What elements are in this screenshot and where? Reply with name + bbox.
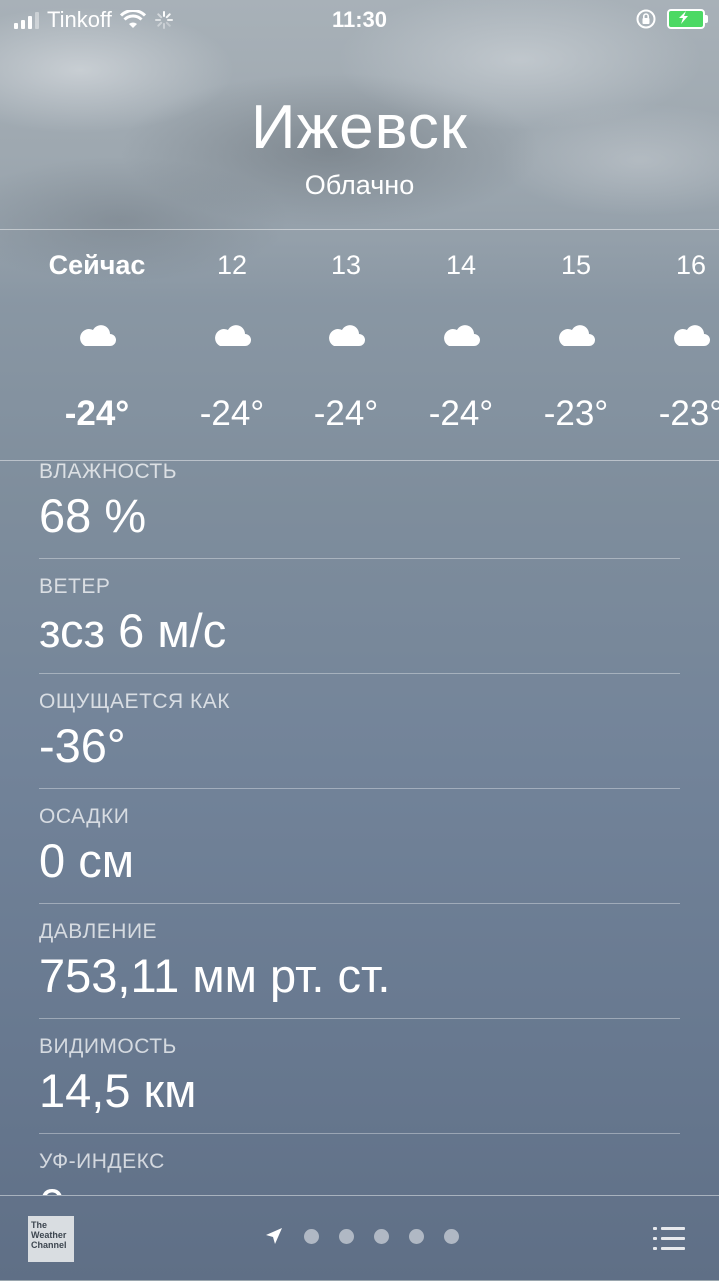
detail-label: ДАВЛЕНИЕ [39, 920, 158, 943]
detail-label: УФ-ИНДЕКС [39, 1150, 165, 1173]
detail-value: 14,5 км [39, 1064, 197, 1117]
cloud-icon [444, 325, 480, 346]
detail-precipitation: ОСАДКИ 0 см [39, 805, 680, 920]
detail-value: 0 см [39, 834, 135, 887]
detail-label: ОЩУЩАЕТСЯ КАК [39, 690, 231, 713]
hourly-forecast[interactable]: Сейчас -24° 12 -24° 13 -24° 14 -24° 15 -… [0, 230, 719, 460]
detail-value: -36° [39, 719, 126, 772]
city-name: Ижевск [251, 93, 468, 162]
hour-label: 14 [445, 250, 477, 280]
detail-wind: ВЕТЕР зсз 6 м/с [39, 575, 680, 690]
divider [39, 1018, 680, 1019]
divider [39, 788, 680, 789]
status-time: 11:30 [331, 7, 388, 32]
hour-label: 15 [560, 250, 592, 280]
status-bar: Tinkoff 11:30 [0, 0, 719, 40]
detail-value: 753,11 мм рт. ст. [39, 949, 391, 1002]
detail-value: 68 % [39, 489, 147, 542]
rotation-lock-icon [636, 9, 656, 29]
page-dot [339, 1228, 354, 1244]
page-dot [374, 1228, 389, 1244]
cloud-icon [329, 325, 365, 346]
divider [39, 903, 680, 904]
list-icon[interactable] [653, 1226, 685, 1252]
detail-value: зсз 6 м/с [39, 604, 227, 657]
divider [39, 1133, 680, 1134]
detail-visibility: ВИДИМОСТЬ 14,5 км [39, 1035, 680, 1150]
hour-label: 16 [675, 250, 707, 280]
detail-label: ВИДИМОСТЬ [39, 1035, 177, 1058]
location-arrow-icon [266, 1228, 282, 1244]
hour-label: 12 [216, 250, 248, 280]
page-dot [409, 1228, 424, 1244]
hour-temperature: -24° [199, 394, 265, 433]
cloud-icon [215, 325, 251, 346]
detail-feels-like: ОЩУЩАЕТСЯ КАК -36° [39, 690, 680, 805]
battery-charging-icon [667, 9, 708, 29]
current-condition: Облачно [304, 170, 415, 200]
page-dot [304, 1228, 319, 1244]
hour-temperature: -24° [313, 394, 379, 433]
cloud-icon [80, 325, 116, 346]
detail-value: 0 [39, 1178, 65, 1195]
hour-temperature: -23° [543, 394, 609, 433]
divider [39, 558, 680, 559]
hour-temperature: -24° [64, 394, 130, 433]
detail-label: ОСАДКИ [39, 805, 130, 828]
hour-label: 13 [330, 250, 362, 280]
hour-temperature: -24° [428, 394, 494, 433]
detail-uv-index: УФ-ИНДЕКС 0 [39, 1150, 680, 1195]
hour-temperature: -23° [658, 394, 719, 433]
detail-pressure: ДАВЛЕНИЕ 753,11 мм рт. ст. [39, 920, 680, 1035]
page-indicator[interactable] [264, 1226, 459, 1246]
detail-label: ВЕТЕР [39, 575, 111, 598]
weather-channel-logo[interactable]: The Weather Channel [28, 1216, 74, 1262]
hour-label: Сейчас [48, 250, 146, 280]
cloud-icon [674, 325, 710, 346]
detail-label: ВЛАЖНОСТЬ [39, 460, 178, 483]
weather-details[interactable]: ВЛАЖНОСТЬ 68 % ВЕТЕР зсз 6 м/с ОЩУЩАЕТСЯ… [39, 460, 680, 1195]
page-dot [444, 1228, 459, 1244]
detail-humidity: ВЛАЖНОСТЬ 68 % [39, 460, 680, 575]
cloud-icon [559, 325, 595, 346]
bottom-toolbar: The Weather Channel [0, 1195, 719, 1281]
status-right [635, 8, 708, 30]
divider [39, 673, 680, 674]
